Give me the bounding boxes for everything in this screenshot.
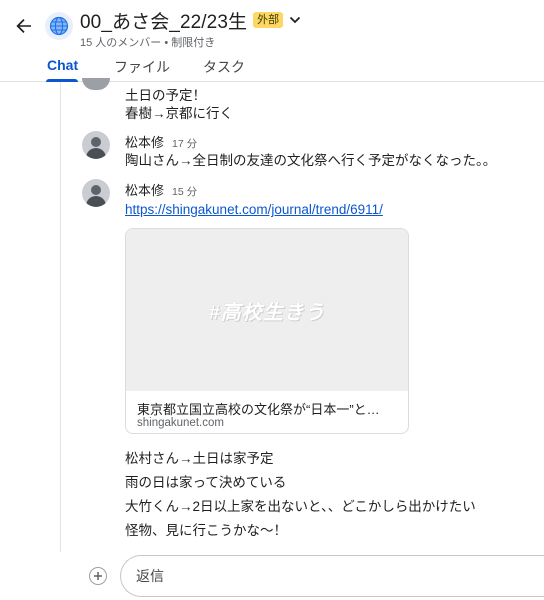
message-text: 陶山さん→全日制の友達の文化祭へ行く予定がなくなった。。 (125, 153, 497, 168)
avatar[interactable] (82, 179, 110, 207)
space-menu-dropdown[interactable] (289, 13, 303, 27)
message-text: 春樹→京都に行く (125, 106, 233, 121)
space-title-row[interactable]: 00_あさ会_22/23生 外部 (80, 9, 303, 33)
avatar[interactable] (82, 131, 110, 159)
space-title: 00_あさ会_22/23生 (80, 11, 248, 33)
message-link[interactable]: https://shingakunet.com/journal/trend/69… (125, 202, 383, 217)
sender-name[interactable]: 松本修 (125, 183, 164, 198)
add-attachment-button[interactable] (89, 567, 107, 585)
chat-header: 00_あさ会_22/23生 外部 15 人のメンバー • 制限付き Chat フ… (0, 0, 544, 82)
chevron-down-icon (289, 16, 301, 24)
link-preview-image: #高校生きう (126, 229, 408, 391)
reply-input[interactable] (136, 568, 536, 584)
message-text: 松村さん→土日は家予定 (125, 451, 274, 466)
tab-tasks[interactable]: タスク (203, 57, 245, 77)
message-time: 15 分 (172, 186, 198, 198)
link-preview-domain: shingakunet.com (137, 417, 224, 429)
message-text: 雨の日は家って決めている (125, 475, 287, 490)
back-button[interactable] (12, 14, 36, 38)
external-badge: 外部 (253, 12, 284, 28)
avatar-face (91, 185, 101, 195)
avatar-body (86, 148, 106, 159)
plus-icon (94, 572, 102, 580)
message-text: 土日の予定！ (125, 88, 206, 103)
tab-files[interactable]: ファイル (114, 57, 170, 77)
preview-image-text: #高校生きう (208, 301, 326, 324)
avatar-face (91, 137, 101, 147)
reply-composer[interactable] (120, 555, 544, 597)
message-header: 松本修 17 分 (125, 132, 197, 151)
tab-chat[interactable]: Chat (47, 57, 78, 73)
avatar[interactable] (82, 78, 110, 90)
sender-name[interactable]: 松本修 (125, 135, 164, 150)
link-preview-title: 東京都立国立高校の文化祭が“日本一”と… (137, 402, 380, 417)
globe-icon (49, 16, 69, 36)
member-info: 15 人のメンバー • 制限付き (80, 37, 216, 49)
space-avatar (45, 12, 73, 40)
avatar-body (86, 196, 106, 207)
active-tab-indicator (46, 79, 78, 82)
message-text: 怪物、見に行こうかな〜！ (125, 523, 287, 538)
thread-line (60, 82, 61, 552)
message-text: 大竹くん→2日以上家を出ないと、、どこかしら出かけたい (125, 499, 476, 514)
message-header: 松本修 15 分 (125, 180, 197, 199)
arrow-left-icon (16, 19, 31, 33)
message-time: 17 分 (172, 138, 198, 150)
link-preview-card[interactable]: #高校生きう 東京都立国立高校の文化祭が“日本一”と… shingakunet.… (125, 228, 409, 434)
